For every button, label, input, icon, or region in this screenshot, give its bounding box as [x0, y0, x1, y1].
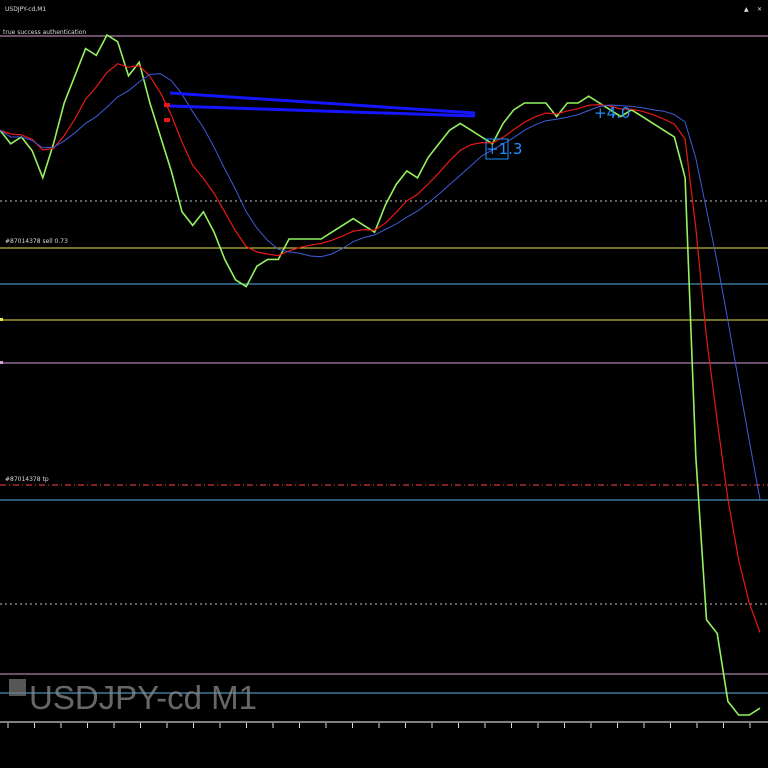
profit-badge-1[interactable]: +1.3: [485, 138, 522, 160]
price-series: [0, 33, 761, 716]
sell-order-label: #87014378 sell 0.73: [5, 238, 68, 245]
symbol-icon: [9, 679, 26, 696]
header-icon: ▲: [744, 6, 749, 13]
trend-lines: [164, 91, 476, 122]
time-axis: [7, 723, 751, 728]
close-icon: ✕: [757, 6, 762, 13]
close-button[interactable]: ✕: [757, 6, 762, 13]
left-marker-magenta: [0, 361, 3, 364]
trend-marker: [164, 103, 170, 107]
chart-window[interactable]: USDJPY-cd,M1 ▲ ✕ true success authentica…: [0, 0, 768, 768]
ema-fast-line: [0, 63, 761, 633]
profit-badge-2[interactable]: +4.0: [594, 104, 630, 122]
trend-marker-2: [164, 118, 170, 122]
ma-slow-line: [0, 73, 761, 500]
tp-order-label: #87014378 tp: [5, 476, 49, 483]
window-title: USDJPY-cd,M1: [5, 6, 46, 13]
window-header: USDJPY-cd,M1 ▲: [0, 0, 768, 16]
watermark-text: USDJPY-cd M1: [29, 679, 257, 716]
price-chart[interactable]: USDJPY-cd,M1 ▲ ✕ true success authentica…: [0, 0, 768, 768]
profit-badge-2-text: +4.0: [594, 104, 630, 122]
profit-badge-1-text: +1.3: [486, 140, 522, 158]
price-line: [0, 33, 761, 716]
status-label: true success authentication: [3, 29, 86, 36]
left-marker-yellow: [0, 318, 3, 321]
symbol-watermark: USDJPY-cd M1: [9, 679, 257, 716]
